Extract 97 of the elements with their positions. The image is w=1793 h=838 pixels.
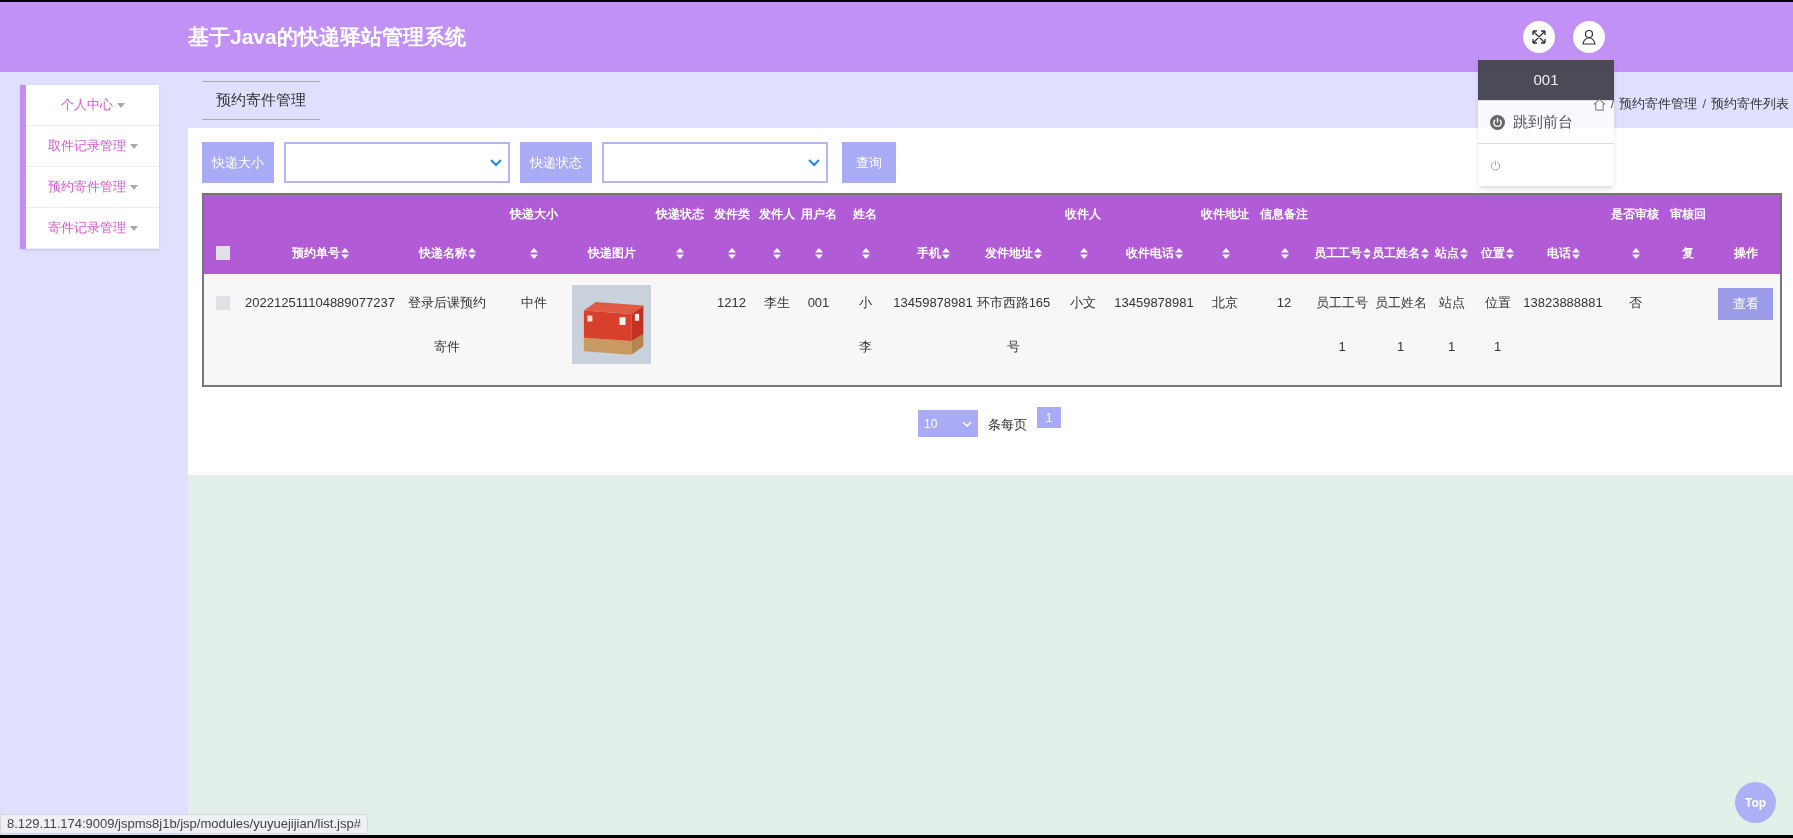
table-cell-text: 中件: [520, 294, 547, 312]
sort-icon[interactable]: [941, 247, 950, 259]
table-cell-text: 001: [807, 294, 830, 312]
home-icon[interactable]: [1592, 97, 1606, 111]
fullscreen-button[interactable]: [1523, 21, 1555, 53]
username-label: 001: [1478, 60, 1614, 100]
column-header[interactable]: 手机: [916, 244, 950, 262]
status-url: 8.129.11.174:9009/jspms8j1b/jsp/modules/yuyuejijian/list.jsp#: [0, 814, 368, 834]
column-header: 收件人: [1065, 206, 1101, 223]
table-cell-text: 13823888881: [1523, 294, 1603, 312]
column-header[interactable]: 位置: [1481, 244, 1514, 262]
user-icon: [1581, 29, 1597, 45]
search-button[interactable]: 查询: [842, 142, 896, 183]
table-cell-text: 位置1: [1483, 294, 1512, 356]
sort-icon[interactable]: [1034, 247, 1042, 259]
sort-icon[interactable]: [1221, 247, 1230, 259]
sidebar-item[interactable]: 取件记录管理: [26, 126, 159, 167]
column-header[interactable]: 快递名称: [418, 244, 476, 262]
sidebar-item[interactable]: 预约寄件管理: [26, 167, 159, 208]
user-button[interactable]: [1573, 21, 1605, 53]
column-header: 姓名: [853, 206, 877, 223]
sort-icon[interactable]: [815, 247, 823, 259]
sort-icon[interactable]: [1079, 247, 1088, 259]
column-header: 是否审核: [1611, 206, 1659, 223]
breadcrumb-item[interactable]: 预约寄件管理: [1619, 94, 1698, 114]
table-cell-text: 站点1: [1437, 294, 1466, 356]
sort-icon[interactable]: [1460, 247, 1468, 259]
table-cell-text: 登录后课预约寄件: [407, 294, 487, 356]
column-header[interactable]: 电话: [1546, 244, 1580, 262]
page-size-select[interactable]: 10: [918, 410, 978, 437]
table-cell-text: 员工姓名1: [1373, 294, 1428, 356]
column-header[interactable]: 预约单号: [291, 244, 349, 262]
view-button[interactable]: 查看: [1718, 288, 1773, 320]
page-tab[interactable]: 预约寄件管理: [202, 80, 320, 120]
column-header: 发件类: [713, 206, 750, 223]
chevron-down-icon: [962, 420, 972, 427]
expand-icon: [1531, 29, 1547, 45]
chevron-down-icon: [490, 158, 502, 167]
sort-icon[interactable]: [861, 247, 870, 259]
column-header[interactable]: 发件地址: [985, 244, 1042, 262]
sort-icon[interactable]: [1362, 247, 1371, 259]
sort-icon[interactable]: [773, 247, 781, 259]
select-all-checkbox[interactable]: [215, 246, 230, 260]
app-title: 基于Java的快递驿站管理系统: [188, 24, 466, 51]
table-cell-text: 北京: [1212, 294, 1238, 312]
column-header: 复: [1682, 245, 1694, 262]
caret-icon: [116, 102, 125, 108]
table-cell-text: 员工工号1: [1315, 294, 1369, 356]
column-header[interactable]: 员工姓名: [1372, 244, 1429, 262]
column-header: 操作: [1733, 245, 1758, 262]
column-header: 用户名: [800, 206, 837, 223]
table-cell-text: 否: [1628, 294, 1642, 312]
column-header[interactable]: 站点: [1435, 244, 1468, 262]
back-to-top-button[interactable]: Top: [1735, 782, 1776, 823]
table-cell-text: 李生: [763, 294, 790, 312]
filter-label: 快递状态: [520, 142, 592, 183]
sort-icon[interactable]: [1174, 247, 1183, 259]
sort-icon[interactable]: [1571, 247, 1580, 259]
table-cell-text: 1212: [717, 294, 746, 312]
table-cell-text: 小文: [1070, 294, 1096, 312]
table-cell-text: 小李: [857, 294, 873, 356]
sort-icon[interactable]: [340, 247, 349, 259]
filter-label: 快递大小: [202, 142, 274, 183]
page-button[interactable]: 1: [1037, 407, 1061, 428]
sidebar-item[interactable]: 寄件记录管理: [26, 208, 159, 249]
sort-icon[interactable]: [1421, 247, 1429, 259]
column-header: 快递大小: [509, 206, 558, 223]
table-cell-text: 13459878981: [1114, 294, 1194, 312]
sort-icon[interactable]: [1506, 247, 1514, 259]
column-header: 收件地址: [1201, 206, 1249, 223]
caret-icon: [129, 184, 138, 190]
sort-icon[interactable]: [1280, 247, 1289, 259]
column-header: 发件人: [758, 206, 795, 223]
sort-icon[interactable]: [1631, 247, 1640, 259]
breadcrumb-item: 预约寄件列表: [1711, 95, 1789, 114]
caret-icon: [129, 225, 138, 231]
table-cell-text: 环市西路165号: [975, 294, 1052, 356]
sort-icon[interactable]: [467, 247, 476, 259]
column-header: 审核回: [1670, 206, 1706, 223]
sort-icon[interactable]: [530, 247, 538, 259]
column-header[interactable]: 员工工号: [1313, 244, 1371, 262]
sort-icon[interactable]: [728, 247, 736, 259]
table-cell-text: 202212511104889077237: [245, 294, 395, 312]
column-header: 信息备注: [1260, 206, 1308, 223]
power-icon: [1490, 159, 1501, 171]
power-icon: [1490, 114, 1505, 130]
caret-icon: [129, 143, 138, 149]
column-header: 快递状态: [655, 206, 704, 223]
sort-icon[interactable]: [676, 247, 684, 259]
column-header[interactable]: 收件电话: [1125, 244, 1183, 262]
table-cell-text: 13459878981: [893, 294, 973, 312]
page-size-label: 条每页: [988, 416, 1027, 434]
sidebar-item[interactable]: 个人中心: [26, 85, 159, 126]
table-cell-text: 12: [1276, 294, 1292, 312]
chevron-down-icon: [808, 158, 820, 167]
column-header: 快递图片: [587, 245, 636, 262]
breadcrumb-separator: /: [1702, 95, 1706, 114]
